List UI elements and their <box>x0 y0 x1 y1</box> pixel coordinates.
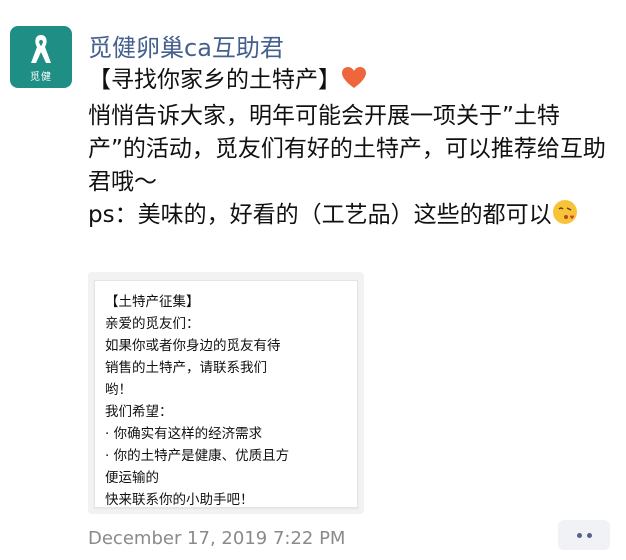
post-title-line: 【寻找你家乡的土特产】 <box>88 64 614 100</box>
notice-line: 如果你或者你身边的觅友有待 <box>105 338 281 354</box>
more-dot-icon <box>586 532 592 538</box>
attached-image[interactable]: 【土特产征集】 亲爱的觅友们： 如果你或者你身边的觅友有待 销售的土特产，请联系… <box>88 272 364 514</box>
avatar[interactable]: 觅健 <box>10 26 72 88</box>
face-blowing-kiss-emoji-icon <box>552 199 578 235</box>
notice-line: 便运输的 <box>105 470 159 486</box>
post-title: 【寻找你家乡的土特产】 <box>88 67 341 93</box>
notice-card: 【土特产征集】 亲爱的觅友们： 如果你或者你身边的觅友有待 销售的土特产，请联系… <box>94 280 358 508</box>
notice-line: · 你的土特产是健康、优质且方 <box>105 448 290 464</box>
notice-line: 我们希望： <box>105 404 173 420</box>
post-body: 悄悄告诉大家，明年可能会开展一项关于”土特产”的活动，觅友们有好的土特产，可以推… <box>88 103 606 195</box>
notice-line: · 你确实有这样的经济需求 <box>105 426 263 442</box>
notice-line: 快来联系你的小助手吧！ <box>105 492 254 508</box>
heart-emoji-icon <box>341 66 367 100</box>
post-timestamp: December 17, 2019 7:22 PM <box>88 528 346 549</box>
more-options-button[interactable] <box>558 520 610 550</box>
avatar-label: 觅健 <box>30 71 52 83</box>
notice-text: 【土特产征集】 亲爱的觅友们： 如果你或者你身边的觅友有待 销售的土特产，请联系… <box>105 291 351 511</box>
post-ps: ps：美味的，好看的（工艺品）这些的都可以 <box>88 202 552 228</box>
post-text: 【寻找你家乡的土特产】 悄悄告诉大家，明年可能会开展一项关于”土特产”的活动，觅… <box>88 64 614 235</box>
notice-line: 亲爱的觅友们： <box>105 316 200 332</box>
ribbon-icon <box>31 34 51 63</box>
more-dot-icon <box>576 532 582 538</box>
notice-line: 销售的土特产，请联系我们 <box>105 360 267 376</box>
notice-line: 【土特产征集】 <box>105 294 200 310</box>
post-ps-line: ps：美味的，好看的（工艺品）这些的都可以 <box>88 199 614 235</box>
notice-line: 哟！ <box>105 382 132 398</box>
sender-name[interactable]: 觅健卵巢ca互助君 <box>88 28 284 63</box>
